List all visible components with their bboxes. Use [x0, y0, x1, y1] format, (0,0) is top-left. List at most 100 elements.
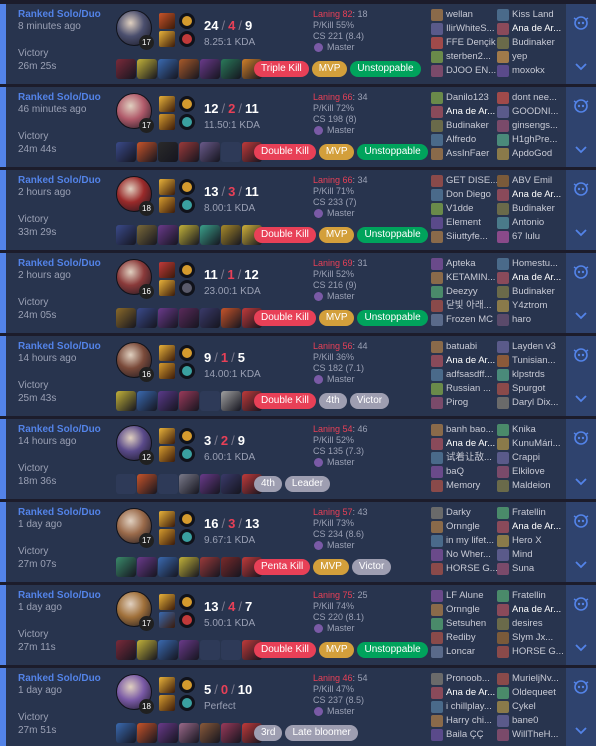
team-player[interactable]: Fratellin — [497, 506, 563, 520]
team-player[interactable]: DJOO EN... — [431, 64, 497, 78]
team-player[interactable]: Ana de Ar... — [497, 603, 563, 617]
player-name[interactable]: 닫빛 아래... — [446, 300, 492, 311]
chevron-down-icon[interactable] — [566, 720, 596, 742]
rune-icon[interactable] — [179, 677, 195, 693]
team-player[interactable]: Ana de Ar... — [431, 105, 497, 119]
team-player[interactable]: banh bao... — [431, 423, 497, 437]
player-name[interactable]: Oldequeet — [512, 687, 556, 698]
team-player[interactable]: i chillplay... — [431, 700, 497, 714]
team-player[interactable]: GET DISE... — [431, 174, 497, 188]
player-name[interactable]: Siiuttyfe... — [446, 231, 488, 242]
summoner-spell-icon[interactable] — [159, 345, 175, 361]
rune-icon[interactable] — [179, 262, 195, 278]
player-name[interactable]: Russian ... — [446, 383, 491, 394]
player-name[interactable]: GOODNI... — [512, 106, 558, 117]
item-icon[interactable] — [116, 308, 136, 328]
player-name[interactable]: Kiss Land — [512, 9, 554, 20]
team-player[interactable]: Ana de Ar... — [431, 686, 497, 700]
player-name[interactable]: klpstrds — [512, 369, 545, 380]
player-name[interactable]: batuabi — [446, 341, 477, 352]
team-player[interactable]: Spurgot — [497, 382, 563, 396]
item-icon[interactable] — [137, 225, 157, 245]
chevron-down-icon[interactable] — [566, 56, 596, 78]
player-name[interactable]: Alfredo — [446, 134, 476, 145]
chevron-down-icon[interactable] — [566, 388, 596, 410]
summoner-spell-icon[interactable] — [159, 96, 175, 112]
player-name[interactable]: bane0 — [512, 715, 538, 726]
player-name[interactable]: Elkilove — [512, 466, 545, 477]
team-player[interactable]: KETAMIN... — [431, 271, 497, 285]
team-player[interactable]: moxokx — [497, 64, 563, 78]
team-player[interactable]: Russian ... — [431, 382, 497, 396]
team-player[interactable]: Alfredo — [431, 133, 497, 147]
item-icon[interactable] — [200, 225, 220, 245]
item-icon[interactable] — [137, 142, 157, 162]
chevron-down-icon[interactable] — [566, 139, 596, 161]
summoner-spell-icon[interactable] — [159, 197, 175, 213]
player-name[interactable]: V1dde — [446, 203, 473, 214]
team-player[interactable]: 닫빛 아래... — [431, 299, 497, 313]
team-player[interactable]: LF Alune — [431, 589, 497, 603]
item-icon[interactable] — [137, 59, 157, 79]
team-player[interactable]: Slym Jx... — [497, 631, 563, 645]
summoner-spell-icon[interactable] — [159, 280, 175, 296]
player-name[interactable]: yep — [512, 51, 527, 62]
team-player[interactable]: Layden v3 — [497, 340, 563, 354]
team-player[interactable]: Maldeion — [497, 479, 563, 493]
player-name[interactable]: Mind — [512, 549, 533, 560]
rune-icon[interactable] — [179, 695, 195, 711]
item-icon[interactable] — [137, 723, 157, 743]
chevron-down-icon[interactable] — [566, 471, 596, 493]
team-player[interactable]: Deezyy — [431, 285, 497, 299]
team-player[interactable]: Memory — [431, 479, 497, 493]
player-name[interactable]: Homestu... — [512, 258, 558, 269]
team-player[interactable]: No Wher... — [431, 548, 497, 562]
item-icon[interactable] — [116, 474, 136, 494]
team-player[interactable]: Fratellin — [497, 589, 563, 603]
item-icon[interactable] — [116, 59, 136, 79]
team-player[interactable]: Ana de Ar... — [497, 520, 563, 534]
summoner-spell-icon[interactable] — [159, 428, 175, 444]
player-name[interactable]: DJOO EN... — [446, 65, 496, 76]
team-player[interactable]: Harry chi... — [431, 714, 497, 728]
item-icon[interactable] — [116, 391, 136, 411]
player-name[interactable]: WillTheH... — [512, 729, 558, 740]
summoner-spell-icon[interactable] — [159, 446, 175, 462]
player-name[interactable]: Apteka — [446, 258, 476, 269]
team-player[interactable]: Mind — [497, 548, 563, 562]
player-name[interactable]: baQ — [446, 466, 464, 477]
item-icon[interactable] — [221, 308, 241, 328]
team-player[interactable]: Ana de Ar... — [431, 437, 497, 451]
ai-bot-icon[interactable] — [571, 510, 591, 530]
ai-bot-icon[interactable] — [571, 427, 591, 447]
team-player[interactable]: Oldequeet — [497, 686, 563, 700]
team-player[interactable]: ginsengs... — [497, 119, 563, 133]
team-player[interactable]: Rediby — [431, 631, 497, 645]
rune-icon[interactable] — [179, 363, 195, 379]
player-name[interactable]: moxokx — [512, 65, 545, 76]
team-player[interactable]: klpstrds — [497, 368, 563, 382]
match-row[interactable]: Ranked Solo/Duo 8 minutes ago Victory 26m 2… — [0, 4, 596, 84]
summoner-spell-icon[interactable] — [159, 677, 175, 693]
item-icon[interactable] — [179, 391, 199, 411]
player-name[interactable]: Frozen MC — [446, 314, 493, 325]
rune-icon[interactable] — [179, 345, 195, 361]
player-name[interactable]: AssInFaer — [446, 148, 489, 159]
team-player[interactable]: Ornngle — [431, 603, 497, 617]
player-name[interactable]: 67 lulu — [512, 231, 540, 242]
rune-icon[interactable] — [179, 594, 195, 610]
item-icon[interactable] — [137, 308, 157, 328]
item-icon[interactable] — [179, 723, 199, 743]
player-name[interactable]: 试着让敌... — [446, 452, 492, 463]
team-player[interactable]: Daryl Dix... — [497, 396, 563, 410]
player-name[interactable]: Ana de Ar... — [446, 687, 495, 698]
team-player[interactable]: dont nee... — [497, 91, 563, 105]
item-icon[interactable] — [221, 474, 241, 494]
player-name[interactable]: Cykel — [512, 701, 536, 712]
player-name[interactable]: Antonio — [512, 217, 544, 228]
team-player[interactable]: Element — [431, 216, 497, 230]
player-name[interactable]: Knika — [512, 424, 536, 435]
player-name[interactable]: banh bao... — [446, 424, 494, 435]
team-player[interactable]: Pirog — [431, 396, 497, 410]
rune-icon[interactable] — [179, 13, 195, 29]
